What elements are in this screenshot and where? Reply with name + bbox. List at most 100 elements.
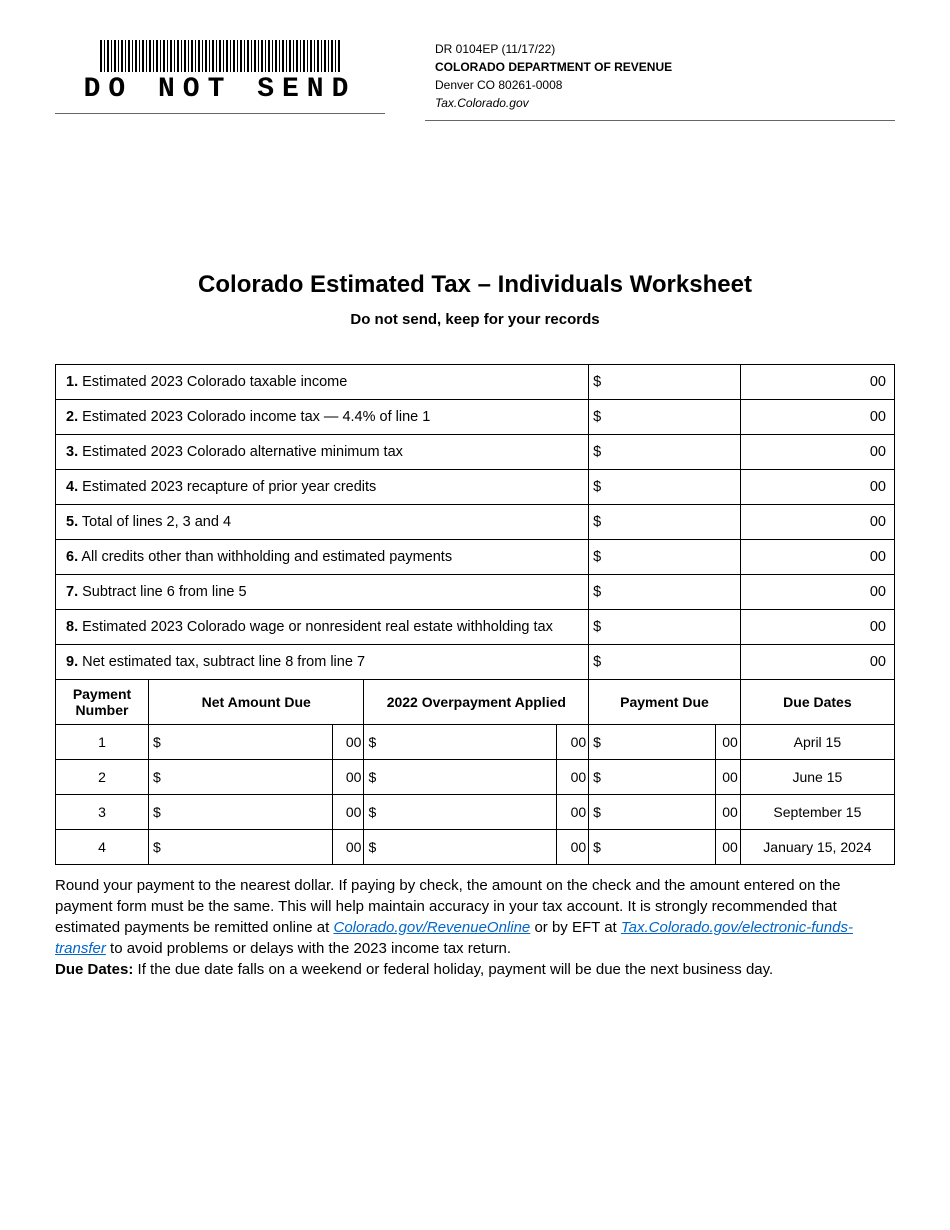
line-number: 7. bbox=[66, 584, 78, 600]
overpayment-cents: 00 bbox=[557, 795, 589, 830]
payment-due-input[interactable]: $ bbox=[589, 795, 716, 830]
line-number: 8. bbox=[66, 619, 78, 635]
line-label: 2. Estimated 2023 Colorado income tax — … bbox=[56, 400, 589, 435]
note-paragraph-1: Round your payment to the nearest dollar… bbox=[55, 875, 895, 959]
line-label: 6. All credits other than withholding an… bbox=[56, 540, 589, 575]
worksheet-line-9: 9. Net estimated tax, subtract line 8 fr… bbox=[56, 645, 895, 680]
cents-value: 00 bbox=[740, 400, 894, 435]
overpayment-cents: 00 bbox=[557, 725, 589, 760]
payment-due-input[interactable]: $ bbox=[589, 760, 716, 795]
cents-value: 00 bbox=[740, 505, 894, 540]
amount-input[interactable]: $ bbox=[589, 610, 741, 645]
due-date: January 15, 2024 bbox=[740, 830, 894, 865]
worksheet-line-1: 1. Estimated 2023 Colorado taxable incom… bbox=[56, 365, 895, 400]
worksheet-line-3: 3. Estimated 2023 Colorado alternative m… bbox=[56, 435, 895, 470]
payment-due-cents: 00 bbox=[716, 725, 740, 760]
payment-due-cents: 00 bbox=[716, 830, 740, 865]
payment-row-1: 1$00$00$00April 15 bbox=[56, 725, 895, 760]
line-text: Subtract line 6 from line 5 bbox=[82, 584, 246, 600]
line-label: 7. Subtract line 6 from line 5 bbox=[56, 575, 589, 610]
line-label: 9. Net estimated tax, subtract line 8 fr… bbox=[56, 645, 589, 680]
amount-input[interactable]: $ bbox=[589, 575, 741, 610]
due-date: April 15 bbox=[740, 725, 894, 760]
net-amount-input[interactable]: $ bbox=[149, 725, 333, 760]
line-text: Estimated 2023 Colorado alternative mini… bbox=[82, 444, 403, 460]
col-due-dates: Due Dates bbox=[740, 680, 894, 725]
line-number: 6. bbox=[66, 549, 78, 565]
barcode-block: DO NOT SEND bbox=[55, 40, 385, 114]
line-text: Estimated 2023 Colorado income tax — 4.4… bbox=[82, 409, 430, 425]
line-label: 8. Estimated 2023 Colorado wage or nonre… bbox=[56, 610, 589, 645]
line-number: 5. bbox=[66, 514, 78, 530]
due-date: September 15 bbox=[740, 795, 894, 830]
due-dates-label: Due Dates: bbox=[55, 961, 133, 978]
amount-input[interactable]: $ bbox=[589, 400, 741, 435]
payment-number: 1 bbox=[56, 725, 149, 760]
amount-input[interactable]: $ bbox=[589, 540, 741, 575]
note-text: to avoid problems or delays with the 202… bbox=[106, 940, 511, 957]
overpayment-input[interactable]: $ bbox=[364, 725, 557, 760]
revenue-online-link[interactable]: Colorado.gov/RevenueOnline bbox=[333, 919, 530, 936]
overpayment-input[interactable]: $ bbox=[364, 760, 557, 795]
line-text: Net estimated tax, subtract line 8 from … bbox=[82, 654, 365, 670]
due-dates-text: If the due date falls on a weekend or fe… bbox=[133, 961, 773, 978]
net-amount-input[interactable]: $ bbox=[149, 830, 333, 865]
payment-number: 4 bbox=[56, 830, 149, 865]
payment-row-4: 4$00$00$00January 15, 2024 bbox=[56, 830, 895, 865]
line-text: Estimated 2023 Colorado wage or nonresid… bbox=[82, 619, 553, 635]
worksheet-line-7: 7. Subtract line 6 from line 5$00 bbox=[56, 575, 895, 610]
payment-number: 3 bbox=[56, 795, 149, 830]
cents-value: 00 bbox=[740, 645, 894, 680]
worksheet-line-5: 5. Total of lines 2, 3 and 4 $00 bbox=[56, 505, 895, 540]
payment-number: 2 bbox=[56, 760, 149, 795]
line-number: 3. bbox=[66, 444, 78, 460]
amount-input[interactable]: $ bbox=[589, 435, 741, 470]
line-text: All credits other than withholding and e… bbox=[81, 549, 452, 565]
overpayment-cents: 00 bbox=[557, 760, 589, 795]
payment-due-input[interactable]: $ bbox=[589, 725, 716, 760]
department-info: DR 0104EP (11/17/22) COLORADO DEPARTMENT… bbox=[425, 40, 895, 121]
col-payment-due: Payment Due bbox=[589, 680, 741, 725]
payment-due-cents: 00 bbox=[716, 795, 740, 830]
document-header: DO NOT SEND DR 0104EP (11/17/22) COLORAD… bbox=[55, 40, 895, 121]
net-cents: 00 bbox=[332, 830, 364, 865]
line-text: Estimated 2023 Colorado taxable income bbox=[82, 374, 347, 390]
payment-due-cents: 00 bbox=[716, 760, 740, 795]
col-payment-number: Payment Number bbox=[56, 680, 149, 725]
do-not-send-label: DO NOT SEND bbox=[84, 74, 357, 105]
cents-value: 00 bbox=[740, 540, 894, 575]
line-number: 1. bbox=[66, 374, 78, 390]
payment-due-input[interactable]: $ bbox=[589, 830, 716, 865]
amount-input[interactable]: $ bbox=[589, 505, 741, 540]
cents-value: 00 bbox=[740, 575, 894, 610]
note-paragraph-2: Due Dates: If the due date falls on a we… bbox=[55, 959, 895, 980]
net-amount-input[interactable]: $ bbox=[149, 795, 333, 830]
net-cents: 00 bbox=[332, 795, 364, 830]
net-amount-input[interactable]: $ bbox=[149, 760, 333, 795]
barcode-graphic bbox=[100, 40, 340, 72]
payment-row-3: 3$00$00$00September 15 bbox=[56, 795, 895, 830]
due-date: June 15 bbox=[740, 760, 894, 795]
cents-value: 00 bbox=[740, 435, 894, 470]
payment-row-2: 2$00$00$00June 15 bbox=[56, 760, 895, 795]
line-text: Estimated 2023 recapture of prior year c… bbox=[82, 479, 376, 495]
worksheet-line-6: 6. All credits other than withholding an… bbox=[56, 540, 895, 575]
amount-input[interactable]: $ bbox=[589, 645, 741, 680]
form-id: DR 0104EP (11/17/22) bbox=[435, 40, 895, 58]
worksheet-line-4: 4. Estimated 2023 recapture of prior yea… bbox=[56, 470, 895, 505]
amount-input[interactable]: $ bbox=[589, 470, 741, 505]
col-net-amount-due: Net Amount Due bbox=[149, 680, 364, 725]
col-overpayment-applied: 2022 Overpayment Applied bbox=[364, 680, 589, 725]
overpayment-input[interactable]: $ bbox=[364, 795, 557, 830]
cents-value: 00 bbox=[740, 365, 894, 400]
amount-input[interactable]: $ bbox=[589, 365, 741, 400]
worksheet-table: 1. Estimated 2023 Colorado taxable incom… bbox=[55, 364, 895, 865]
worksheet-line-8: 8. Estimated 2023 Colorado wage or nonre… bbox=[56, 610, 895, 645]
line-text: Total of lines 2, 3 and 4 bbox=[82, 514, 231, 530]
line-label: 3. Estimated 2023 Colorado alternative m… bbox=[56, 435, 589, 470]
line-number: 4. bbox=[66, 479, 78, 495]
overpayment-cents: 00 bbox=[557, 830, 589, 865]
page-subtitle: Do not send, keep for your records bbox=[55, 311, 895, 328]
overpayment-input[interactable]: $ bbox=[364, 830, 557, 865]
dept-address: Denver CO 80261-0008 bbox=[435, 76, 895, 94]
